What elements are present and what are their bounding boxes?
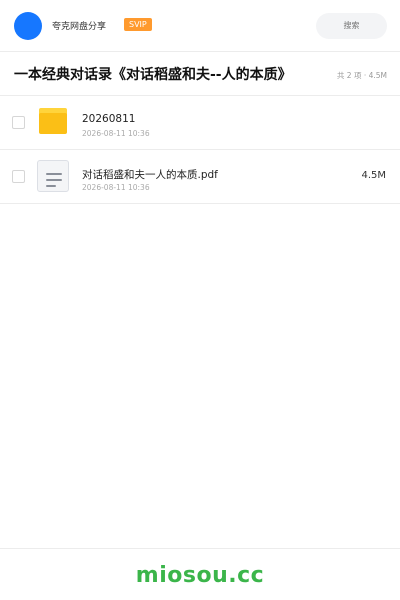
search-input[interactable] [316,13,387,39]
file-name[interactable]: 对话稻盛和夫一人的本质.pdf [82,167,218,182]
file-size: 4.5M [361,170,386,181]
share-title-row: 一本经典对话录《对话稻盛和夫--人的本质》 共 2 项 · 4.5M [0,52,400,96]
brand-logo-text[interactable]: miosou.cc [0,563,400,588]
select-checkbox[interactable] [12,170,25,183]
avatar[interactable] [14,12,42,40]
file-row-folder[interactable]: 20260811 2026-08-11 10:36 [0,96,400,150]
document-icon [37,160,69,192]
file-date: 2026-08-11 10:36 [82,183,150,192]
file-row-pdf[interactable]: 对话稻盛和夫一人的本质.pdf 2026-08-11 10:36 4.5M [0,150,400,204]
share-owner-name: 夸克网盘分享 [52,22,107,32]
footer-bar: miosou.cc [0,548,400,600]
file-date: 2026-08-11 10:36 [82,129,150,138]
page-title: 一本经典对话录《对话稻盛和夫--人的本质》 [14,67,292,83]
svip-badge: SVIP [124,18,152,31]
share-header: 夸克网盘分享 SVIP [0,0,400,52]
folder-icon [39,108,69,134]
file-name[interactable]: 20260811 [82,113,135,125]
share-summary: 共 2 项 · 4.5M [336,71,387,80]
select-checkbox[interactable] [12,116,25,129]
